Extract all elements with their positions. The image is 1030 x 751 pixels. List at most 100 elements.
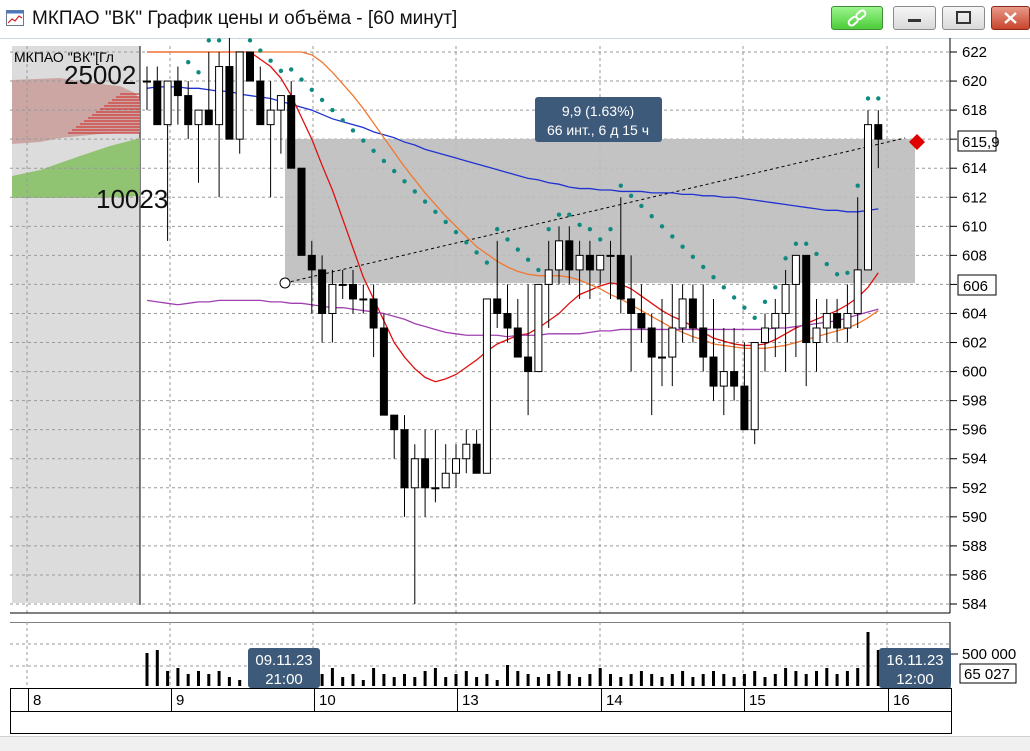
date-tick: [457, 689, 458, 711]
volume-bar: [619, 677, 622, 686]
candle-body: [247, 52, 254, 81]
volume-bar: [815, 671, 818, 686]
candle-body: [720, 372, 727, 387]
sar-point: [722, 285, 726, 289]
sar-point: [598, 237, 602, 241]
sar-point: [485, 260, 489, 264]
candle-body: [782, 284, 789, 313]
candle-body: [308, 255, 315, 270]
volume-bar: [846, 671, 849, 686]
sar-point: [495, 227, 499, 231]
chart-window-icon: [6, 10, 24, 26]
volume-bar: [331, 668, 334, 686]
sar-point: [753, 316, 757, 320]
measure-start-handle[interactable]: [280, 278, 290, 288]
volume-bar: [722, 674, 725, 686]
candle-body: [669, 328, 676, 357]
date-label: 14: [606, 692, 623, 709]
cursor-time-left: 21:00: [265, 671, 303, 688]
volume-bar: [341, 677, 344, 686]
sar-point: [711, 275, 715, 279]
sar-point: [474, 250, 478, 254]
price-tick-label: 622: [962, 44, 987, 61]
volume-chart[interactable]: 500 000 65 027 09.11.23 21:00 16.11.23 1…: [0, 622, 1030, 688]
candle-body: [205, 110, 212, 125]
candle-body: [823, 313, 830, 328]
candle-body: [339, 284, 346, 285]
close-button[interactable]: [991, 6, 1030, 30]
candle-body: [875, 125, 882, 140]
horizontal-scroll-area[interactable]: [10, 712, 952, 734]
volume-bar: [537, 677, 540, 686]
volume-bar: [630, 674, 633, 686]
candle-body: [319, 270, 326, 314]
candle-body: [360, 299, 367, 300]
sar-point: [341, 118, 345, 122]
last-price-label: 615,9: [962, 134, 1000, 151]
minimize-icon: [894, 7, 935, 29]
cursor-date-left: 09.11.23: [255, 652, 312, 669]
candle-body: [679, 299, 686, 328]
candle-body: [401, 430, 408, 488]
candle-body: [648, 328, 655, 357]
measure-tooltip-duration: 66 инт., 6 д 15 ч: [547, 122, 649, 138]
candle-body: [277, 96, 284, 111]
candle-body: [844, 313, 851, 328]
candle-body: [164, 81, 171, 125]
volume-bar: [362, 680, 365, 686]
window-bottom-scrollbar[interactable]: [0, 736, 1030, 751]
sar-point: [691, 255, 695, 259]
volume-profile: [12, 46, 140, 605]
volume-bar: [578, 677, 581, 686]
date-label: 15: [749, 692, 766, 709]
volume-bar: [681, 671, 684, 686]
price-tick-label: 588: [962, 538, 987, 555]
candle-body: [463, 444, 470, 459]
price-tick-label: 596: [962, 422, 987, 439]
volume-bar: [671, 674, 674, 686]
sar-point: [814, 252, 818, 256]
volume-bar: [794, 671, 797, 686]
sar-point: [330, 108, 334, 112]
sar-point: [876, 96, 880, 100]
candle-body: [628, 299, 635, 314]
candle-body: [298, 168, 305, 255]
volume-bar: [836, 674, 839, 686]
candle-body: [535, 284, 542, 371]
candle-body: [350, 284, 357, 299]
sar-point: [361, 138, 365, 142]
price-chart[interactable]: МКПАО "ВК"[Гл 25002 10023 9,9 (1.63%) 66…: [0, 38, 1030, 618]
sar-point: [402, 179, 406, 183]
date-axis: 891013141516: [10, 688, 952, 712]
candle-body: [380, 328, 387, 415]
candle-body: [772, 313, 779, 328]
volume-bar: [218, 671, 221, 686]
sar-point: [268, 59, 272, 63]
sar-point: [608, 227, 612, 231]
sar-point: [299, 77, 303, 81]
price-tick-label: 608: [962, 247, 987, 264]
volume-bar: [733, 677, 736, 686]
date-tick: [28, 689, 29, 711]
candle-body: [792, 255, 799, 284]
volume-bar: [413, 677, 416, 686]
date-tick: [601, 689, 602, 711]
candle-body: [473, 444, 480, 473]
volume-bar: [712, 671, 715, 686]
window-titlebar: МКПАО "ВК" График цены и объёма - [60 ми…: [0, 0, 1030, 39]
volume-bar: [475, 677, 478, 686]
maximize-button[interactable]: [942, 6, 985, 30]
sar-point: [248, 38, 252, 42]
volume-bar: [146, 653, 149, 686]
sar-point: [680, 244, 684, 248]
volume-bar: [599, 668, 602, 686]
price-tick-label: 610: [962, 218, 987, 235]
sar-point: [217, 38, 221, 42]
link-button[interactable]: [831, 6, 883, 30]
volume-bar: [455, 674, 458, 686]
sar-point: [588, 227, 592, 231]
minimize-button[interactable]: [893, 6, 936, 30]
volume-bar: [228, 677, 231, 686]
sar-point: [382, 159, 386, 163]
candle-body: [566, 241, 573, 270]
